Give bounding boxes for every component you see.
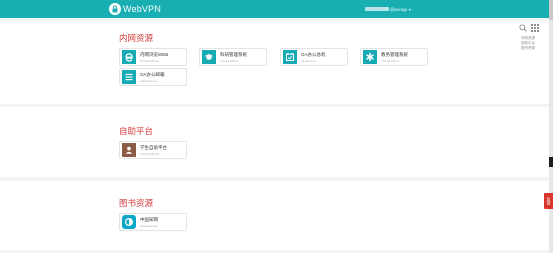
card-name: OA办公总机 <box>301 52 326 57</box>
resource-card[interactable]: 学生自助平台 172.16.100.10 <box>119 141 187 159</box>
user-menu[interactable]: @ecnup ▾ <box>365 4 411 14</box>
section-library-resources: 图书资源 中国知网 www.cnki.net <box>0 181 549 250</box>
asterisk-icon <box>363 50 377 64</box>
grid-icon[interactable] <box>531 19 539 37</box>
card-name: 内网浏览WEB <box>140 52 169 57</box>
feedback-tab[interactable]: 反馈 <box>544 193 553 209</box>
graduation-cap-icon <box>202 50 216 64</box>
side-quick-links: 内网资源 自助平台 图书资源 <box>521 36 535 51</box>
card-address: oa.ecnu.cn <box>301 59 316 63</box>
resource-card[interactable]: 教务管理系统 172.16.100.3 <box>360 48 428 66</box>
card-address: 172.16.100.5 <box>220 59 238 63</box>
user-name-masked <box>365 7 389 11</box>
card-name: 教务管理系统 <box>381 52 408 57</box>
card-address: 172.16.100.3 <box>381 59 399 63</box>
section-intranet-resources: 内网资源 内网浏览WEB 172.16.100.11 科研管理系统 172.16… <box>0 21 549 104</box>
card-address: mail.ecnu.cn <box>140 79 157 83</box>
resource-card[interactable]: 内网浏览WEB 172.16.100.11 <box>119 48 187 66</box>
card-name: OA办公邮箱 <box>140 72 165 77</box>
card-name: 学生自助平台 <box>140 145 167 150</box>
card-address: 172.16.100.10 <box>140 152 160 156</box>
card-name: 科研管理系统 <box>220 52 247 57</box>
toolbar <box>519 19 539 37</box>
resource-card[interactable]: OA办公总机 oa.ecnu.cn <box>280 48 348 66</box>
section-title: 内网资源 <box>119 33 154 43</box>
calendar-check-icon <box>283 50 297 64</box>
user-portrait-icon <box>122 143 136 157</box>
logo[interactable]: WebVPN <box>109 2 161 16</box>
section-title: 图书资源 <box>119 198 154 208</box>
side-link-library[interactable]: 图书资源 <box>521 46 535 51</box>
cnki-icon <box>122 215 136 229</box>
scrollbar[interactable] <box>549 0 553 253</box>
chevron-down-icon: ▾ <box>408 6 411 12</box>
card-name: 中国知网 <box>140 217 158 222</box>
search-icon[interactable] <box>519 19 527 37</box>
list-icon <box>122 70 136 84</box>
resource-card[interactable]: 科研管理系统 172.16.100.5 <box>199 48 267 66</box>
card-address: 172.16.100.11 <box>140 59 159 63</box>
user-name-suffix: @ecnup <box>390 6 407 12</box>
section-self-service: 自助平台 学生自助平台 172.16.100.10 <box>0 107 549 177</box>
scrollbar-thumb[interactable] <box>549 0 553 20</box>
resource-card[interactable]: OA办公邮箱 mail.ecnu.cn <box>119 68 187 86</box>
card-address: www.cnki.net <box>140 224 158 228</box>
section-title: 自助平台 <box>119 126 154 136</box>
top-navbar: WebVPN @ecnup ▾ <box>0 0 549 18</box>
lock-icon <box>109 3 121 15</box>
floating-side-button[interactable] <box>549 157 553 167</box>
resource-card[interactable]: 中国知网 www.cnki.net <box>119 213 187 231</box>
logo-text: WebVPN <box>123 4 162 14</box>
browser-icon <box>122 50 136 64</box>
